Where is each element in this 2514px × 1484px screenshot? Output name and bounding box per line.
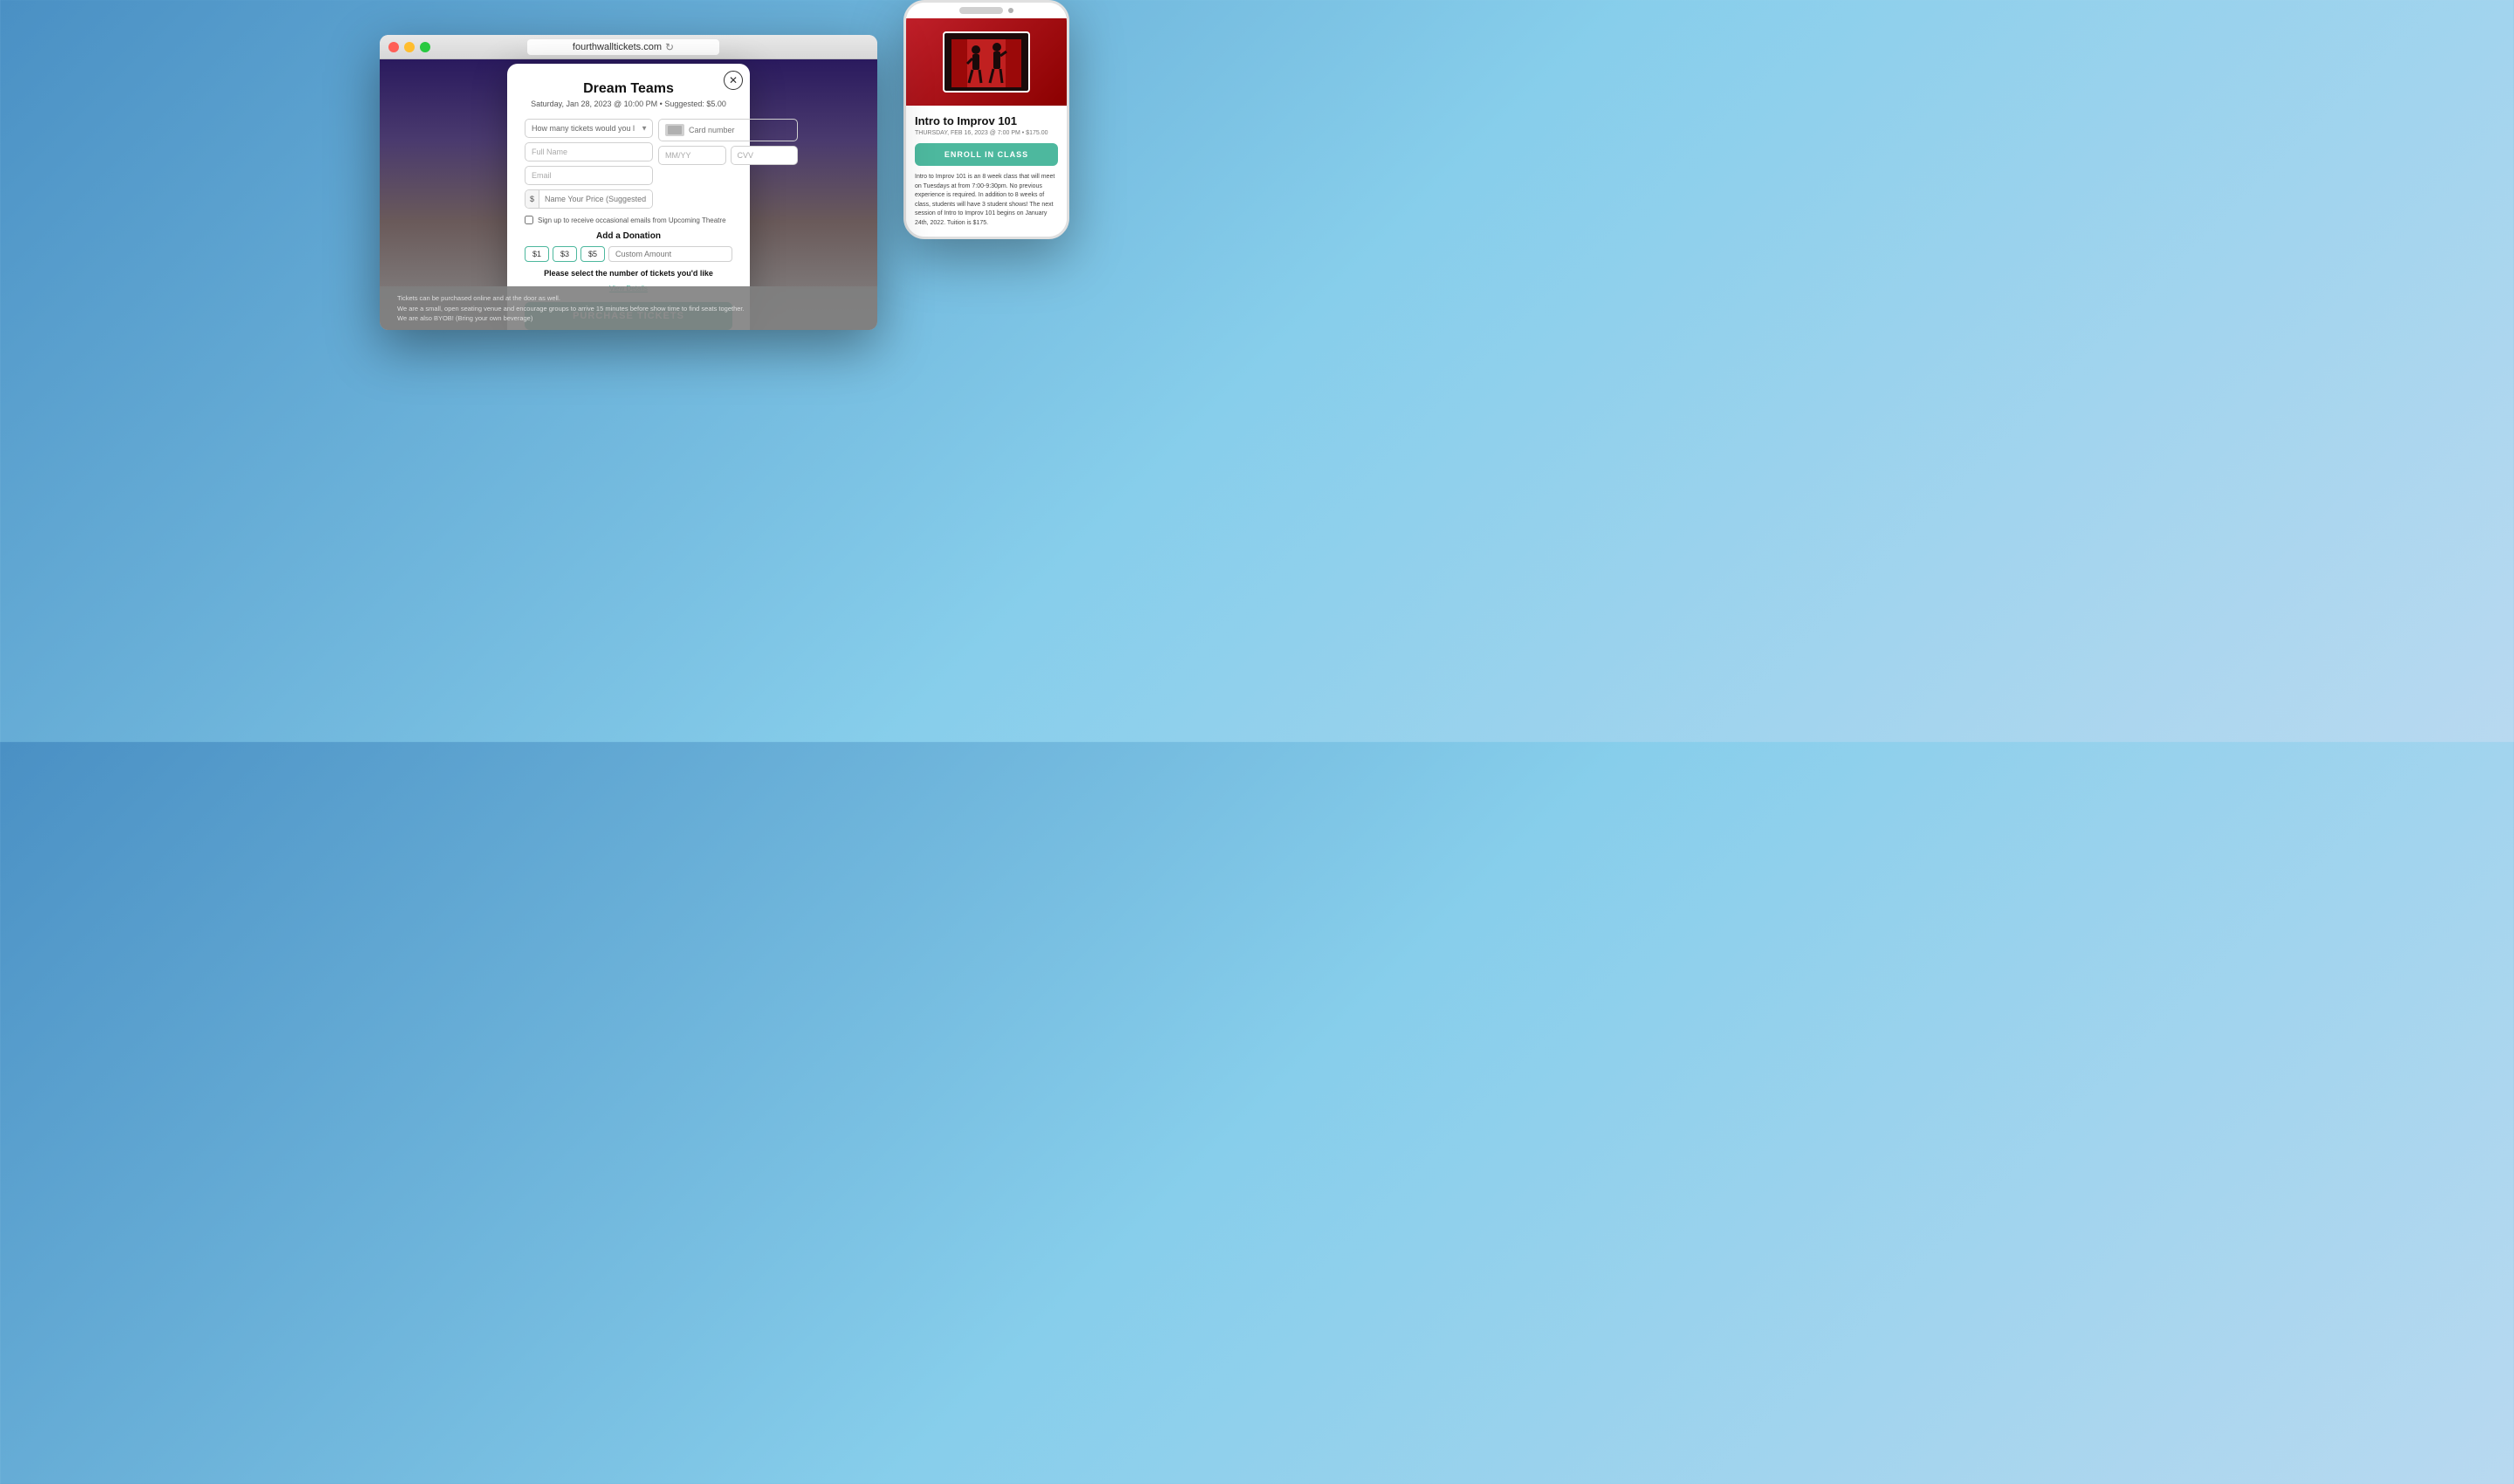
card-expiry-cvv-row xyxy=(658,146,798,165)
phone-header-image xyxy=(906,18,1067,106)
email-signup-checkbox[interactable] xyxy=(525,216,533,224)
modal-form-grid: How many tickets would you like? 1 2 3 ▼ xyxy=(525,119,732,209)
email-signup-label: Sign up to receive occasional emails fro… xyxy=(538,216,726,224)
bg-line-1: Tickets can be purchased online and at t… xyxy=(397,293,860,303)
expiry-input[interactable] xyxy=(658,146,726,165)
price-input[interactable] xyxy=(539,190,652,208)
address-bar[interactable]: fourthwalltickets.com ↻ xyxy=(527,39,719,55)
page-background: fourthwalltickets.com ↻ ✕ Dream Teams Sa… xyxy=(0,0,1257,742)
form-right-col xyxy=(658,119,798,209)
phone-content: Intro to Improv 101 THURSDAY, FEB 16, 20… xyxy=(906,106,1067,237)
phone-notch xyxy=(959,7,1003,14)
phone-enroll-button[interactable]: ENROLL IN CLASS xyxy=(915,143,1058,166)
modal-title: Dream Teams xyxy=(525,81,732,97)
donation-btn-1[interactable]: $1 xyxy=(525,246,549,262)
browser-window: fourthwalltickets.com ↻ ✕ Dream Teams Sa… xyxy=(380,35,877,330)
bg-line-2: We are a small, open seating venue and e… xyxy=(397,304,860,313)
notice-main-text: Please select the number of tickets you'… xyxy=(525,269,732,278)
phone-event-date: THURSDAY, FEB 16, 2023 @ 7:00 PM • $175.… xyxy=(915,130,1058,136)
close-button[interactable] xyxy=(388,42,399,52)
card-icon xyxy=(665,124,684,136)
donation-buttons: $1 $3 $5 xyxy=(525,246,732,262)
main-area: fourthwalltickets.com ↻ ✕ Dream Teams Sa… xyxy=(380,17,877,347)
browser-body: ✕ Dream Teams Saturday, Jan 28, 2023 @ 1… xyxy=(380,59,877,330)
phone-mockup: Intro to Improv 101 THURSDAY, FEB 16, 20… xyxy=(903,0,1069,239)
window-buttons xyxy=(388,42,430,52)
donation-section: Add a Donation $1 $3 $5 xyxy=(525,231,732,262)
minimize-button[interactable] xyxy=(404,42,415,52)
email-signup-row: Sign up to receive occasional emails fro… xyxy=(525,216,732,224)
phone-notch-bar xyxy=(906,3,1067,18)
bg-line-3: We are also BYOB! (Bring your own bevera… xyxy=(397,313,860,323)
donation-btn-5[interactable]: $5 xyxy=(580,246,605,262)
card-icon-inner xyxy=(668,126,682,134)
price-symbol: $ xyxy=(525,190,539,208)
modal-close-button[interactable]: ✕ xyxy=(724,71,743,90)
phone-camera xyxy=(1008,8,1013,13)
card-number-input[interactable] xyxy=(689,126,791,134)
modal-subtitle: Saturday, Jan 28, 2023 @ 10:00 PM • Sugg… xyxy=(525,100,732,108)
ticket-quantity-select[interactable]: How many tickets would you like? 1 2 3 xyxy=(525,119,653,138)
maximize-button[interactable] xyxy=(420,42,430,52)
donation-title: Add a Donation xyxy=(525,231,732,241)
price-input-wrapper: $ xyxy=(525,189,653,209)
custom-amount-input[interactable] xyxy=(608,246,732,262)
donation-btn-3[interactable]: $3 xyxy=(553,246,577,262)
titlebar: fourthwalltickets.com ↻ xyxy=(380,35,877,59)
card-number-wrapper xyxy=(658,119,798,141)
phone-description: Intro to Improv 101 is an 8 week class t… xyxy=(915,173,1058,228)
form-left-col: How many tickets would you like? 1 2 3 ▼ xyxy=(525,119,653,209)
performers-silhouette xyxy=(951,39,1021,87)
cvv-input[interactable] xyxy=(731,146,799,165)
phone-event-title: Intro to Improv 101 xyxy=(915,114,1058,127)
ticket-select-wrapper: How many tickets would you like? 1 2 3 ▼ xyxy=(525,119,653,138)
url-text: fourthwalltickets.com xyxy=(573,42,662,52)
phone-stage-image xyxy=(943,31,1030,93)
background-info: Tickets can be purchased online and at t… xyxy=(380,286,877,330)
email-input[interactable] xyxy=(525,166,653,185)
refresh-icon[interactable]: ↻ xyxy=(665,41,674,53)
full-name-input[interactable] xyxy=(525,142,653,161)
close-icon: ✕ xyxy=(729,74,738,86)
